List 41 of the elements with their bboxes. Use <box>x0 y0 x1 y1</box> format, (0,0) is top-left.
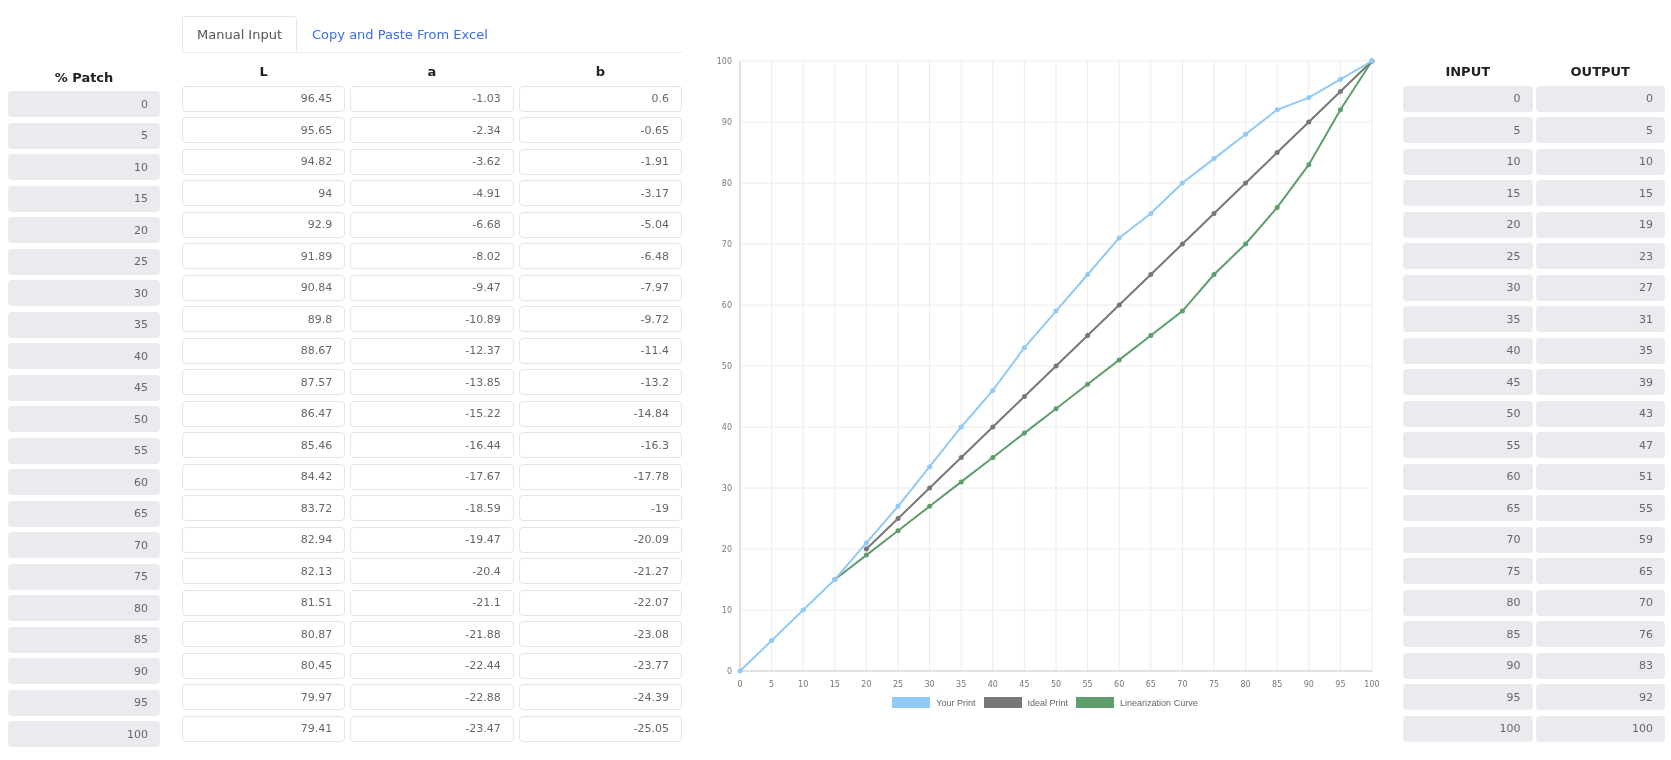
x-tick-label: 20 <box>861 680 872 689</box>
x-tick-label: 55 <box>1082 680 1093 689</box>
x-tick-label: 65 <box>1145 680 1156 689</box>
x-tick-label: 45 <box>1019 680 1030 689</box>
y-tick-label: 20 <box>721 545 732 554</box>
y-tick-label: 60 <box>721 301 732 310</box>
column-header: a <box>426 63 438 79</box>
x-tick-label: 60 <box>1114 680 1125 689</box>
x-tick-label: 85 <box>1272 680 1283 689</box>
x-tick-label: 5 <box>769 680 775 689</box>
y-tick-label: 100 <box>716 57 732 66</box>
x-tick-label: 50 <box>1050 680 1062 689</box>
y-tick-label: 80 <box>721 179 732 188</box>
x-tick-label: 100 <box>1364 680 1380 689</box>
x-tick-label: 30 <box>924 680 935 689</box>
x-tick-label: 35 <box>956 680 967 689</box>
x-tick-label: 95 <box>1335 680 1346 689</box>
legend-label: Your Print <box>936 697 976 708</box>
x-tick-label: 10 <box>798 680 809 689</box>
column-header: L <box>258 63 269 79</box>
x-tick-label: 0 <box>737 680 743 689</box>
x-tick-label: 90 <box>1303 680 1314 689</box>
x-tick-label: 25 <box>892 680 904 689</box>
x-tick-label: 80 <box>1240 680 1251 689</box>
y-tick-label: 0 <box>726 667 732 676</box>
x-tick-label: 75 <box>1208 680 1220 689</box>
legend-label: Ideal Print <box>1027 697 1069 708</box>
y-tick-label: 50 <box>721 362 732 371</box>
x-tick-label: 70 <box>1177 680 1188 689</box>
column-header: INPUT <box>1444 63 1492 79</box>
x-tick-label: 15 <box>829 680 840 689</box>
y-tick-label: 40 <box>721 423 732 432</box>
y-tick-label: 90 <box>721 118 732 127</box>
y-tick-label: 70 <box>721 240 732 249</box>
column-header: b <box>594 63 606 79</box>
column-header: OUTPUT <box>1569 63 1631 79</box>
y-tick-label: 10 <box>721 606 732 615</box>
column-header: % Patch <box>53 68 115 85</box>
y-tick-label: 30 <box>721 484 732 493</box>
x-tick-label: 40 <box>987 680 998 689</box>
legend-label: Linearization Curve <box>1120 697 1198 708</box>
